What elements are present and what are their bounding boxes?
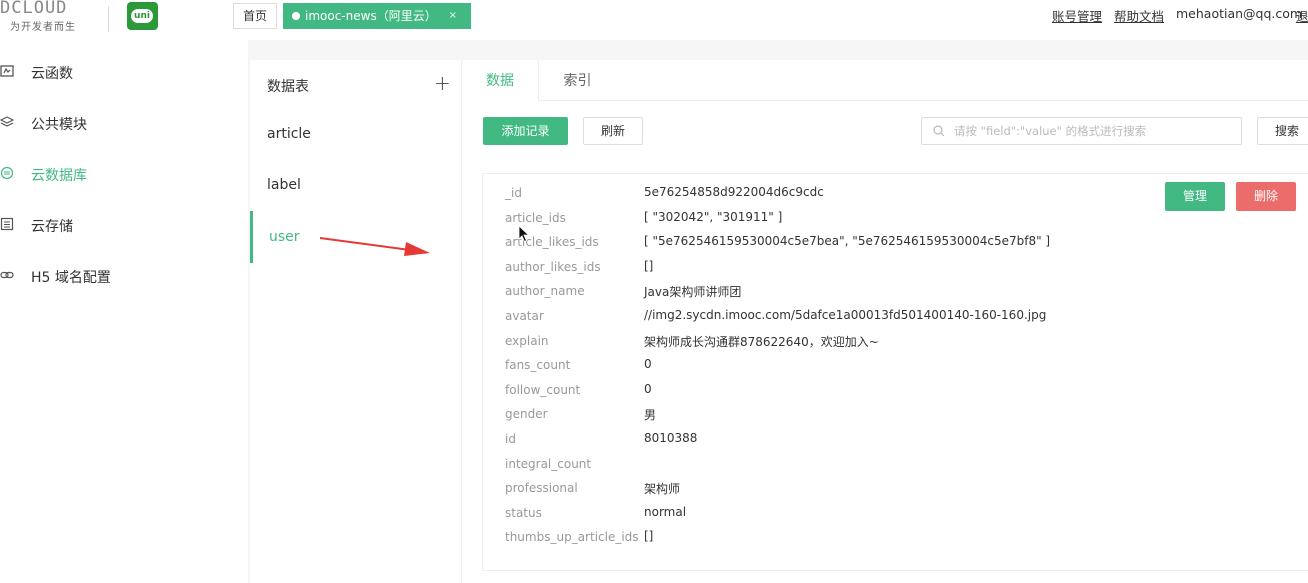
logout-link[interactable]: 退: [1296, 6, 1308, 25]
field-value: 架构师: [644, 482, 681, 497]
sidebar-item-label: 云数据库: [31, 168, 87, 184]
table-list-title: 数据表: [267, 79, 309, 95]
annotation-arrow-icon: [319, 237, 430, 256]
field-key: status: [505, 505, 542, 520]
field-key: thumbs_up_article_ids: [505, 530, 639, 545]
tab-home[interactable]: 首页: [233, 3, 277, 29]
field-value: 0: [644, 381, 652, 396]
sidebar-item-label: 云存储: [31, 219, 73, 235]
tab-imooc-news[interactable]: imooc-news（阿里云） ×: [283, 3, 471, 29]
field-key: avatar: [505, 309, 544, 323]
sidebar-item-label: 云函数: [31, 66, 73, 82]
top-bar: DCLOUD 为开发者而生 uni 首页 imooc-news（阿里云） × 账…: [0, 0, 1308, 40]
dot-icon: [292, 12, 300, 20]
cloud-function-icon: [0, 65, 14, 77]
field-value: [ "302042", "301911" ]: [644, 209, 783, 224]
sidebar-item-h5-domain[interactable]: H5 域名配置: [0, 261, 248, 291]
search-box[interactable]: [921, 117, 1242, 145]
uni-logo-icon[interactable]: uni: [127, 2, 158, 30]
sidebar-item-label: H5 域名配置: [31, 270, 111, 286]
field-key: professional: [505, 481, 578, 496]
record-card: _id 5e76254858d922004d6c9cdc article_ids [ …: [482, 173, 1308, 571]
field-key: author_name: [505, 284, 585, 299]
tab-label: imooc-news（阿里云）: [305, 9, 437, 23]
data-tabs: 数据 索引: [462, 60, 1308, 101]
tab-index[interactable]: 索引: [539, 60, 616, 101]
database-icon: [0, 166, 14, 180]
sidebar: 云函数 公共模块 云数据库 云存储 H5 域名配置: [0, 40, 248, 583]
active-indicator: [250, 211, 253, 263]
field-value: Java架构师讲师团: [644, 285, 742, 300]
field-value: 0: [644, 357, 652, 372]
sidebar-item-cloud-function[interactable]: 云函数: [0, 57, 248, 87]
search-input[interactable]: [954, 120, 1234, 142]
field-value: 男: [644, 408, 657, 423]
table-item-article[interactable]: article: [267, 126, 311, 142]
field-key: _id: [505, 186, 522, 200]
link-icon: [0, 271, 14, 279]
uni-logo-text: uni: [131, 9, 153, 23]
field-key: follow_count: [505, 382, 581, 397]
delete-button[interactable]: 删除: [1236, 182, 1296, 211]
field-key: author_likes_ids: [505, 259, 601, 274]
help-docs-link[interactable]: 帮助文档: [1114, 6, 1164, 25]
user-email[interactable]: mehaotian@qq.com: [1176, 6, 1302, 21]
layers-icon: [0, 116, 14, 127]
logo-subtitle: 为开发者而生: [10, 22, 76, 33]
field-value: 8010388: [644, 431, 698, 445]
top-links: 账号管理 帮助文档 mehaotian@qq.com 退: [1052, 6, 1308, 26]
manage-button[interactable]: 管理: [1165, 182, 1225, 211]
tab-data[interactable]: 数据: [462, 60, 539, 101]
field-value: //img2.sycdn.imooc.com/5dafce1a00013fd50…: [644, 308, 1047, 322]
refresh-button[interactable]: 刷新: [583, 117, 643, 145]
content-panel: 数据表 + article label user 数据 索引 添加记录 刷新 搜…: [250, 60, 1308, 583]
mouse-cursor-icon: [518, 225, 530, 243]
close-icon[interactable]: ×: [449, 3, 457, 29]
field-value: [ "5e762546159530004c5e7bea", "5e7625461…: [644, 234, 1051, 249]
field-key: article_ids: [505, 210, 566, 225]
field-value: 架构师成长沟通群878622640，欢迎加入~: [644, 334, 879, 349]
logo-text: DCLOUD: [0, 0, 68, 18]
field-value: []: [644, 258, 654, 273]
field-key: id: [505, 432, 516, 446]
sidebar-item-cloud-storage[interactable]: 云存储: [0, 210, 248, 240]
field-value: 5e76254858d922004d6c9cdc: [644, 185, 824, 199]
field-key: fans_count: [505, 358, 571, 373]
account-management-link[interactable]: 账号管理: [1052, 6, 1102, 25]
sidebar-item-label: 公共模块: [31, 117, 87, 133]
dcloud-logo[interactable]: DCLOUD 为开发者而生: [0, 0, 112, 34]
sidebar-item-common-module[interactable]: 公共模块: [0, 108, 248, 138]
logo-divider: [108, 6, 109, 32]
field-key: gender: [505, 407, 548, 422]
field-value: normal: [644, 504, 687, 519]
field-key: explain: [505, 333, 549, 348]
table-item-user[interactable]: user: [269, 229, 300, 245]
field-key: integral_count: [505, 456, 592, 471]
field-value: []: [644, 529, 654, 544]
add-record-button[interactable]: 添加记录: [483, 117, 568, 145]
table-item-label[interactable]: label: [267, 177, 301, 193]
table-list: 数据表 + article label user: [250, 60, 462, 583]
sidebar-item-cloud-database[interactable]: 云数据库: [0, 159, 248, 189]
add-table-button[interactable]: +: [434, 71, 451, 95]
storage-icon: [0, 217, 14, 231]
search-button[interactable]: 搜索: [1257, 117, 1308, 145]
search-icon: [933, 125, 945, 137]
